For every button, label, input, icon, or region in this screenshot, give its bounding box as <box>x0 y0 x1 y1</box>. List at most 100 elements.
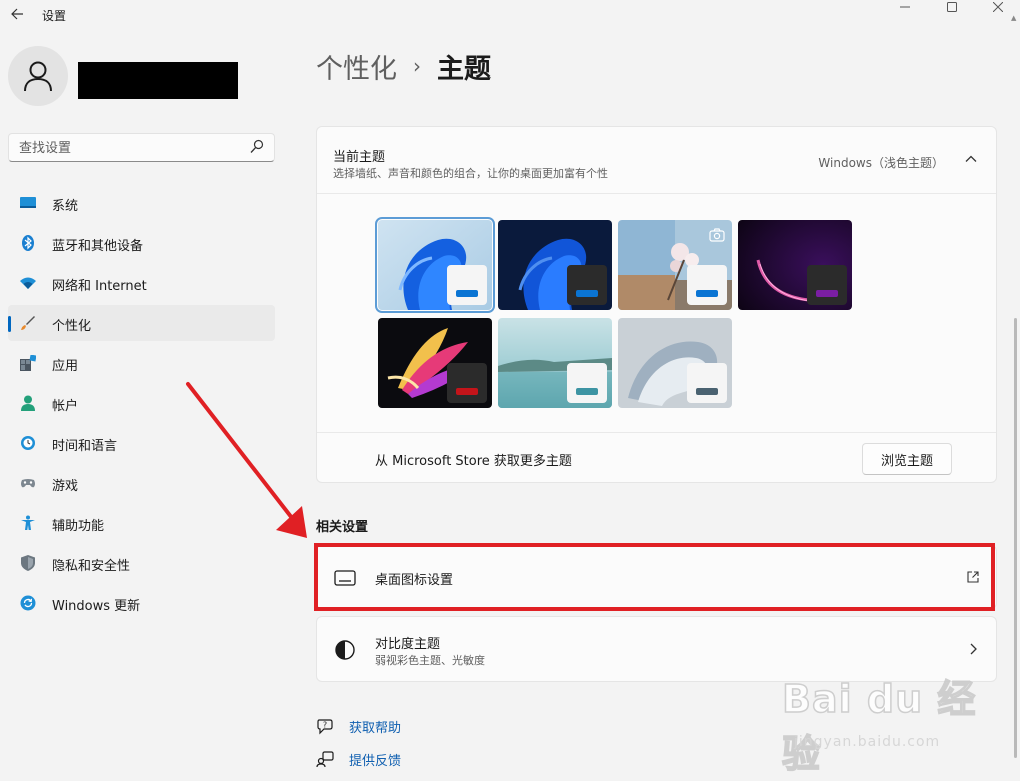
close-icon <box>993 2 1003 12</box>
theme-thumb-windows-dark[interactable] <box>498 220 612 310</box>
breadcrumb-parent[interactable]: 个性化 <box>316 47 397 86</box>
minimize-icon <box>900 6 910 8</box>
current-theme-value: Windows（浅色主题） <box>818 156 944 170</box>
sidebar-item-label: 应用 <box>52 359 79 374</box>
theme-accent-swatch <box>816 290 838 297</box>
contrast-themes-title: 对比度主题 <box>375 637 441 652</box>
sidebar-item-personalization[interactable]: 个性化 <box>8 305 275 341</box>
sidebar-item-label: 帐户 <box>52 399 79 414</box>
breadcrumb: 个性化 › 主题 <box>316 46 491 86</box>
breadcrumb-separator: › <box>413 54 421 78</box>
search-icon[interactable] <box>250 139 264 155</box>
theme-preview-window <box>447 363 487 403</box>
shield-icon <box>21 555 35 571</box>
app-title: 设置 <box>42 9 67 23</box>
theme-accent-swatch <box>456 388 478 395</box>
theme-thumb-sunrise[interactable] <box>498 318 612 408</box>
minimize-button[interactable] <box>882 0 928 14</box>
title-bar: 设置 <box>0 0 1020 30</box>
watermark-url: jingyan.baidu.com <box>794 734 941 750</box>
sidebar-item-label: 游戏 <box>52 479 79 494</box>
sidebar-item-apps[interactable]: 应用 <box>8 345 275 381</box>
red-arrow-annotation <box>186 382 307 538</box>
current-theme-description: 选择墙纸、声音和颜色的组合，让你的桌面更加富有个性 <box>333 167 608 180</box>
contrast-icon <box>335 640 355 660</box>
contrast-themes-subtitle: 弱视彩色主题、光敏度 <box>375 654 485 667</box>
account-icon <box>21 395 35 411</box>
feedback-icon <box>316 751 334 768</box>
theme-preview-window <box>687 363 727 403</box>
sidebar-item-system[interactable]: 系统 <box>8 185 275 221</box>
sidebar-item-label: 隐私和安全性 <box>52 559 131 574</box>
scroll-up-arrow-icon[interactable]: ▲ <box>1011 14 1019 22</box>
theme-preview-window <box>807 265 847 305</box>
theme-accent-swatch <box>696 388 718 395</box>
apps-icon <box>20 355 36 371</box>
theme-grid <box>375 217 852 408</box>
sidebar-item-windows-update[interactable]: Windows 更新 <box>8 585 275 621</box>
maximize-button[interactable] <box>929 0 975 14</box>
theme-thumb-windows-light[interactable] <box>375 217 495 313</box>
theme-accent-swatch <box>696 290 718 297</box>
profile-name-redacted <box>78 62 238 99</box>
update-icon <box>20 595 36 611</box>
search-input[interactable] <box>19 139 239 157</box>
maximize-icon <box>947 2 957 12</box>
store-row: 从 Microsoft Store 获取更多主题 浏览主题 <box>317 432 996 482</box>
theme-accent-swatch <box>576 388 598 395</box>
give-feedback-link[interactable]: 提供反馈 <box>316 749 401 769</box>
gamepad-icon <box>21 479 35 488</box>
theme-thumb-spotlight[interactable] <box>618 220 732 310</box>
get-help-link[interactable]: ? 获取帮助 <box>316 716 401 736</box>
sidebar-item-label: 辅助功能 <box>52 519 105 534</box>
current-theme-title: 当前主题 <box>333 150 386 165</box>
active-indicator <box>8 316 11 332</box>
theme-preview-window <box>567 363 607 403</box>
theme-thumb-flow[interactable] <box>618 318 732 408</box>
red-highlight-annotation <box>314 543 995 611</box>
avatar[interactable] <box>8 46 68 106</box>
get-help-label: 获取帮助 <box>349 720 402 736</box>
theme-preview-window <box>567 265 607 305</box>
sidebar-item-network[interactable]: 网络和 Internet <box>8 265 275 301</box>
sidebar-item-bluetooth[interactable]: 蓝牙和其他设备 <box>8 225 275 261</box>
scrollbar-thumb[interactable] <box>1014 318 1017 758</box>
sidebar-item-label: 个性化 <box>52 319 92 334</box>
close-button[interactable] <box>975 0 1020 14</box>
help-chat-icon: ? <box>317 719 333 735</box>
user-icon <box>24 61 52 92</box>
camera-icon <box>709 228 725 242</box>
current-theme-header[interactable]: 当前主题 选择墙纸、声音和颜色的组合，让你的桌面更加富有个性 Windows（浅… <box>317 127 996 194</box>
theme-thumb-captured-motion[interactable] <box>378 318 492 408</box>
theme-accent-swatch <box>576 290 598 297</box>
theme-thumb-glow[interactable] <box>738 220 852 310</box>
page-title: 主题 <box>437 53 491 85</box>
bluetooth-icon <box>22 235 34 251</box>
globe-clock-icon <box>21 436 35 450</box>
search-box[interactable] <box>8 133 275 162</box>
display-icon <box>20 197 36 208</box>
sidebar-item-label: 网络和 Internet <box>52 279 147 294</box>
theme-preview-window <box>687 265 727 305</box>
sidebar-item-label: 系统 <box>52 199 79 214</box>
theme-preview-window <box>447 265 487 305</box>
baidu-jingyan-watermark: Bai du 经验 jingyan.baidu.com <box>780 668 1000 777</box>
watermark-logo: Bai du 经验 <box>781 676 977 777</box>
chevron-up-icon[interactable] <box>964 152 978 166</box>
browse-themes-button[interactable]: 浏览主题 <box>862 443 952 475</box>
give-feedback-label: 提供反馈 <box>349 753 402 769</box>
brush-icon <box>21 316 35 330</box>
back-arrow-icon <box>11 8 23 20</box>
theme-accent-swatch <box>456 290 478 297</box>
svg-text:?: ? <box>323 721 327 730</box>
chevron-right-icon <box>970 643 977 655</box>
sidebar-item-privacy-security[interactable]: 隐私和安全性 <box>8 545 275 581</box>
back-button[interactable] <box>6 3 28 25</box>
sidebar-item-label: 时间和语言 <box>52 439 118 454</box>
store-text: 从 Microsoft Store 获取更多主题 <box>375 454 572 469</box>
sidebar-item-label: 蓝牙和其他设备 <box>52 239 144 254</box>
wifi-icon <box>20 277 36 289</box>
related-settings-heading: 相关设置 <box>316 520 369 535</box>
current-theme-card: 当前主题 选择墙纸、声音和颜色的组合，让你的桌面更加富有个性 Windows（浅… <box>316 126 997 483</box>
sidebar-item-label: Windows 更新 <box>52 599 141 614</box>
